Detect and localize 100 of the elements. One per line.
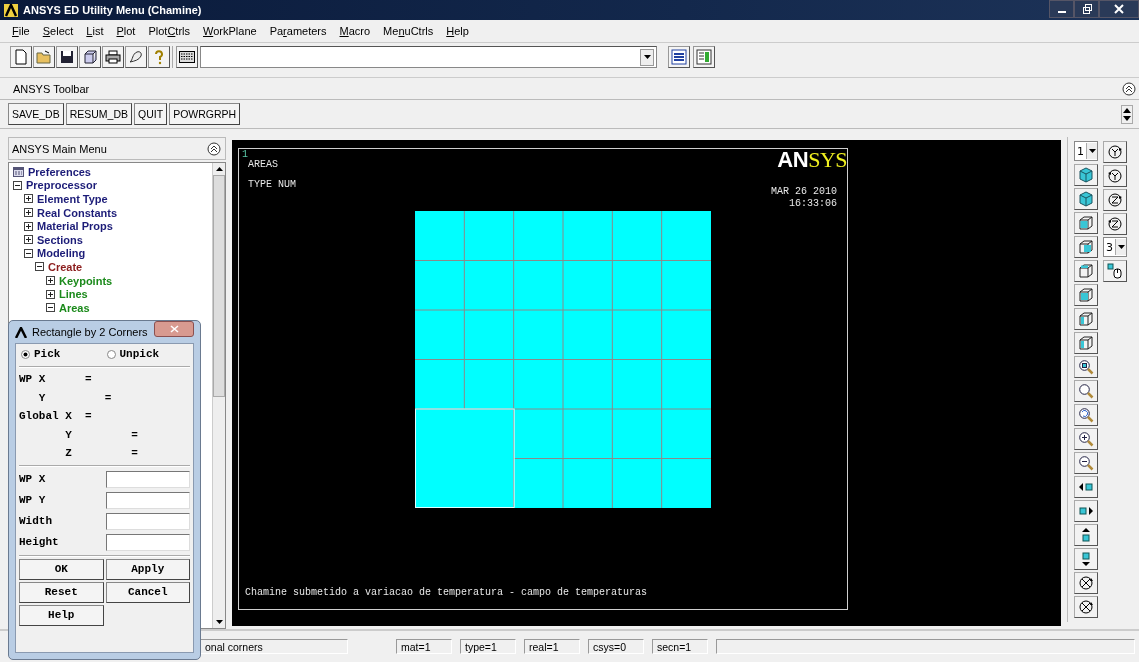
view-button[interactable]: [1074, 332, 1098, 354]
collapse-icon[interactable]: [207, 141, 221, 156]
dialog-button[interactable]: Reset: [19, 581, 104, 603]
menu-tree-item[interactable]: Keypoints: [59, 274, 113, 287]
output-window-button[interactable]: [693, 46, 715, 68]
dynamic-mode-button[interactable]: [1103, 260, 1127, 282]
rotate-button[interactable]: [1103, 189, 1127, 211]
menu-tree-item[interactable]: Modeling: [37, 247, 86, 260]
equals-sign: =: [131, 447, 138, 460]
menu-tree-item[interactable]: Element Type: [37, 193, 108, 205]
toolbar-command-button[interactable]: RESUM_DB: [65, 103, 133, 125]
restore-button[interactable]: [1074, 0, 1099, 18]
menu-item[interactable]: Plot: [116, 25, 136, 37]
expand-icon[interactable]: [46, 289, 55, 299]
rotate-button[interactable]: [1103, 141, 1127, 163]
dialog-button[interactable]: OK: [19, 558, 104, 580]
open-folder-button[interactable]: [33, 46, 55, 68]
menu-item[interactable]: Macro: [339, 25, 371, 37]
rotate-button[interactable]: [1103, 165, 1127, 187]
toolbar-command-button[interactable]: POWRGRPH: [169, 103, 241, 125]
toolbar-button[interactable]: [668, 46, 690, 68]
expand-icon[interactable]: [24, 235, 33, 245]
toolbar-command-button[interactable]: QUIT: [134, 103, 168, 125]
menu-item[interactable]: File: [12, 25, 30, 37]
dialog-button[interactable]: Help: [19, 604, 104, 626]
cube-button[interactable]: [79, 46, 101, 68]
input-field[interactable]: [106, 470, 190, 488]
scroll-down-icon[interactable]: [1123, 115, 1131, 121]
new-file-button[interactable]: [10, 46, 32, 68]
input-field[interactable]: [106, 533, 190, 551]
menu-tree-item[interactable]: Real Constants: [37, 206, 118, 219]
view-button[interactable]: [1074, 356, 1098, 378]
command-input[interactable]: [200, 46, 657, 68]
menu-tree-item[interactable]: Lines: [59, 288, 88, 301]
minimize-icon: [1057, 11, 1066, 13]
view-button[interactable]: [1074, 572, 1098, 594]
cube-icon: [1078, 287, 1094, 303]
keyboard-button[interactable]: [176, 46, 198, 68]
minimize-button[interactable]: [1049, 0, 1074, 18]
view-button[interactable]: [1074, 380, 1098, 402]
menu-tree-item[interactable]: Preferences: [28, 165, 91, 178]
view-button[interactable]: [1074, 476, 1098, 498]
rotate-button[interactable]: [1103, 213, 1127, 235]
menu-tree-item[interactable]: Create: [48, 260, 83, 273]
menu-item[interactable]: MenuCtrls: [383, 25, 434, 37]
dialog-button[interactable]: Apply: [105, 558, 190, 580]
axis-rotate-icon: [1107, 144, 1123, 160]
print-button[interactable]: [102, 46, 124, 68]
window-dropdown[interactable]: 1: [1074, 141, 1098, 161]
view-button[interactable]: [1074, 500, 1098, 522]
view-button[interactable]: [1074, 236, 1098, 258]
input-field[interactable]: [106, 512, 190, 530]
view-button[interactable]: [1074, 212, 1098, 234]
scrollbar[interactable]: [212, 163, 225, 628]
view-button[interactable]: [1074, 524, 1098, 546]
menu-item[interactable]: PlotCtrls: [148, 25, 191, 37]
toolbar-command-button[interactable]: SAVE_DB: [8, 103, 64, 125]
dialog-button[interactable]: Cancel: [105, 581, 190, 603]
menu-item[interactable]: Select: [42, 25, 74, 37]
collapse-icon[interactable]: [1122, 81, 1136, 96]
view-button[interactable]: [1074, 188, 1098, 210]
menu-tree-item[interactable]: Preprocessor: [26, 179, 97, 192]
view-button[interactable]: [1074, 164, 1098, 186]
view-button[interactable]: [1074, 260, 1098, 282]
close-button[interactable]: [154, 321, 194, 337]
view-button[interactable]: [1074, 404, 1098, 426]
increment-dropdown[interactable]: 3: [1103, 237, 1127, 257]
main-menu-title: ANSYS Main Menu: [12, 142, 107, 155]
view-button[interactable]: [1074, 548, 1098, 570]
expand-icon[interactable]: [46, 276, 55, 286]
menu-item[interactable]: Parameters: [269, 25, 327, 37]
menu-item[interactable]: Help: [446, 25, 469, 37]
collapse-icon[interactable]: [24, 248, 33, 258]
scroll-up-icon[interactable]: [1123, 107, 1131, 113]
radio-option[interactable]: Pick: [19, 348, 105, 360]
menu-tree-item[interactable]: Material Props: [37, 220, 113, 233]
radio-option[interactable]: Unpick: [104, 348, 190, 360]
window-icon: [696, 49, 712, 65]
menu-item[interactable]: WorkPlane: [203, 25, 257, 37]
expand-icon[interactable]: [24, 208, 33, 218]
close-button[interactable]: [1099, 0, 1139, 18]
menu-tree-item[interactable]: Sections: [37, 233, 83, 246]
view-button[interactable]: [1074, 596, 1098, 618]
menu-item[interactable]: List: [86, 25, 104, 37]
view-button[interactable]: [1074, 452, 1098, 474]
collapse-icon[interactable]: [13, 180, 22, 190]
scroll-down-icon[interactable]: [215, 620, 223, 624]
expand-icon[interactable]: [24, 194, 33, 204]
input-field[interactable]: [106, 491, 190, 509]
save-button[interactable]: [56, 46, 78, 68]
scroll-up-icon[interactable]: [215, 167, 223, 171]
help-button[interactable]: [148, 46, 170, 68]
collapse-icon[interactable]: [46, 303, 55, 313]
view-button[interactable]: [1074, 284, 1098, 306]
view-button[interactable]: [1074, 428, 1098, 450]
menu-tree-item[interactable]: Areas: [59, 301, 90, 314]
cube-icon: [83, 50, 97, 64]
collapse-icon[interactable]: [35, 262, 44, 272]
expand-icon[interactable]: [24, 221, 33, 231]
view-button[interactable]: [1074, 308, 1098, 330]
